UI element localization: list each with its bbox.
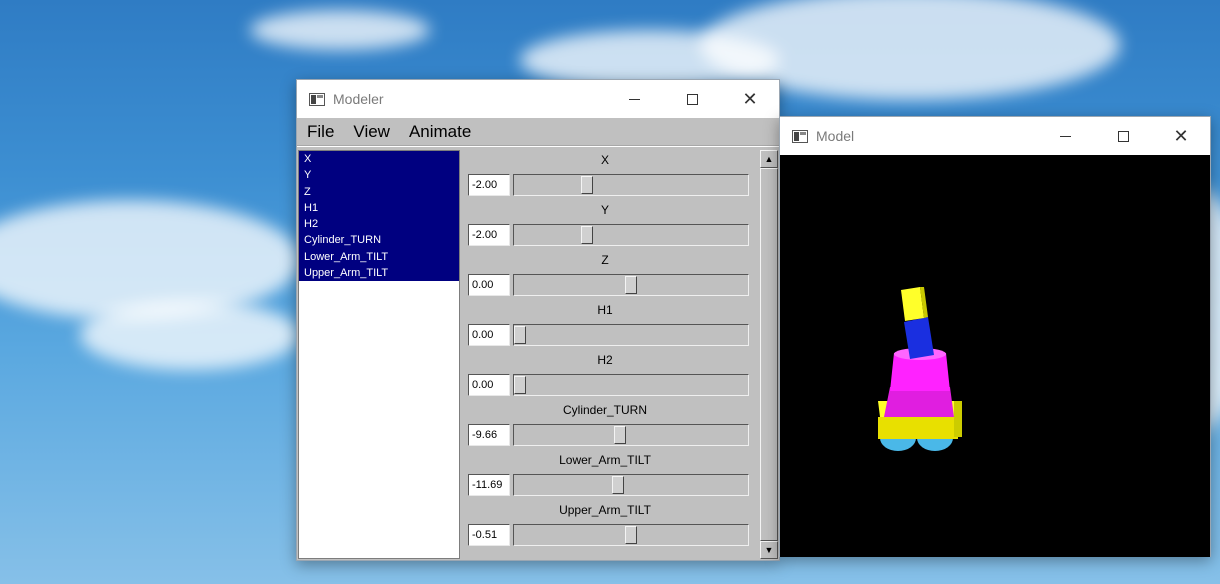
slider-label: H1 xyxy=(597,303,613,317)
maximize-icon xyxy=(1117,130,1129,142)
slider-group-y: Y -2.00 xyxy=(465,197,757,247)
slider-label: Lower_Arm_TILT xyxy=(559,453,651,467)
model-window: Model ✕ xyxy=(779,116,1211,557)
slider-track[interactable] xyxy=(513,324,749,346)
slider-track[interactable] xyxy=(513,174,749,196)
close-button[interactable]: ✕ xyxy=(1152,117,1210,155)
model-window-title: Model xyxy=(816,128,855,144)
list-item-h2[interactable]: H2 xyxy=(299,216,459,233)
slider-thumb[interactable] xyxy=(581,226,593,244)
close-button[interactable]: ✕ xyxy=(721,80,779,118)
modeler-window-title: Modeler xyxy=(333,91,384,107)
model-titlebar[interactable]: Model ✕ xyxy=(780,117,1210,155)
slider-track[interactable] xyxy=(513,474,749,496)
list-item-cylinder-turn[interactable]: Cylinder_TURN xyxy=(299,232,459,249)
slider-value-field[interactable]: -2.00 xyxy=(468,224,510,246)
modeler-body: X Y Z H1 H2 Cylinder_TURN Lower_Arm_TILT… xyxy=(297,147,779,560)
slider-group-lower-arm-tilt: Lower_Arm_TILT -11.69 xyxy=(465,447,757,497)
slider-label: Cylinder_TURN xyxy=(562,403,648,417)
wallpaper-cloud xyxy=(250,10,430,50)
model-viewport[interactable] xyxy=(780,155,1210,557)
maximize-button[interactable] xyxy=(1094,117,1152,155)
maximize-button[interactable] xyxy=(663,80,721,118)
modeler-window: Modeler ✕ File View Animate X Y Z H1 H2 … xyxy=(296,79,780,561)
menu-bar: File View Animate xyxy=(297,118,779,146)
slider-label: H2 xyxy=(597,353,613,367)
slider-group-cylinder-turn: Cylinder_TURN -9.66 xyxy=(465,397,757,447)
robot-model xyxy=(878,287,962,451)
slider-value-field[interactable]: -0.51 xyxy=(468,524,510,546)
maximize-icon xyxy=(686,93,698,105)
slider-value-field[interactable]: 0.00 xyxy=(468,324,510,346)
slider-track[interactable] xyxy=(513,274,749,296)
slider-thumb[interactable] xyxy=(514,326,526,344)
slider-label: Z xyxy=(601,253,609,267)
slider-value-field[interactable]: -11.69 xyxy=(468,474,510,496)
slider-group-h1: H1 0.00 xyxy=(465,297,757,347)
close-icon: ✕ xyxy=(742,89,758,109)
slider-track[interactable] xyxy=(513,524,749,546)
slider-label: Y xyxy=(600,203,609,217)
minimize-icon xyxy=(628,98,640,100)
close-icon: ✕ xyxy=(1173,126,1189,146)
slider-thumb[interactable] xyxy=(612,476,624,494)
slider-value-field[interactable]: 0.00 xyxy=(468,374,510,396)
slider-thumb[interactable] xyxy=(625,276,637,294)
menu-animate[interactable]: Animate xyxy=(409,122,471,142)
slider-value-field[interactable]: -9.66 xyxy=(468,424,510,446)
robot-body xyxy=(884,387,954,417)
slider-thumb[interactable] xyxy=(625,526,637,544)
slider-thumb[interactable] xyxy=(581,176,593,194)
wallpaper-cloud xyxy=(80,300,300,370)
slider-value-field[interactable]: 0.00 xyxy=(468,274,510,296)
slider-group-x: X -2.00 xyxy=(465,147,757,197)
control-list[interactable]: X Y Z H1 H2 Cylinder_TURN Lower_Arm_TILT… xyxy=(298,150,460,559)
list-item-x[interactable]: X xyxy=(299,151,459,168)
slider-group-upper-arm-tilt: Upper_Arm_TILT -0.51 xyxy=(465,497,757,547)
slider-label: X xyxy=(600,153,609,167)
vertical-scrollbar[interactable]: ▲ ▼ xyxy=(760,150,778,559)
list-item-z[interactable]: Z xyxy=(299,183,459,200)
app-icon xyxy=(792,129,808,143)
scroll-down-arrow[interactable]: ▼ xyxy=(760,541,778,559)
minimize-icon xyxy=(1059,135,1071,137)
slider-group-z: Z 0.00 xyxy=(465,247,757,297)
list-item-h1[interactable]: H1 xyxy=(299,199,459,217)
list-item-y[interactable]: Y xyxy=(299,167,459,184)
slider-track[interactable] xyxy=(513,374,749,396)
menu-view[interactable]: View xyxy=(353,122,390,142)
scroll-track[interactable] xyxy=(760,168,778,541)
minimize-button[interactable] xyxy=(1036,117,1094,155)
app-icon xyxy=(309,92,325,106)
modeler-titlebar[interactable]: Modeler ✕ xyxy=(297,80,779,118)
robot-base-front xyxy=(878,417,958,439)
robot-base-side xyxy=(954,401,962,437)
minimize-button[interactable] xyxy=(605,80,663,118)
robot-upper-arm xyxy=(901,287,924,321)
slider-thumb[interactable] xyxy=(514,376,526,394)
slider-track[interactable] xyxy=(513,424,749,446)
slider-label: Upper_Arm_TILT xyxy=(559,503,651,517)
slider-thumb[interactable] xyxy=(614,426,626,444)
slider-track[interactable] xyxy=(513,224,749,246)
menu-file[interactable]: File xyxy=(307,122,334,142)
scroll-up-arrow[interactable]: ▲ xyxy=(760,150,778,168)
list-item-lower-arm-tilt[interactable]: Lower_Arm_TILT xyxy=(299,248,459,266)
list-item-upper-arm-tilt[interactable]: Upper_Arm_TILT xyxy=(299,265,459,282)
slider-value-field[interactable]: -2.00 xyxy=(468,174,510,196)
slider-group-h2: H2 0.00 xyxy=(465,347,757,397)
sliders-pane: X -2.00 Y -2.00 Z 0.00 H1 0.00 H2 0.00 C… xyxy=(465,147,757,559)
